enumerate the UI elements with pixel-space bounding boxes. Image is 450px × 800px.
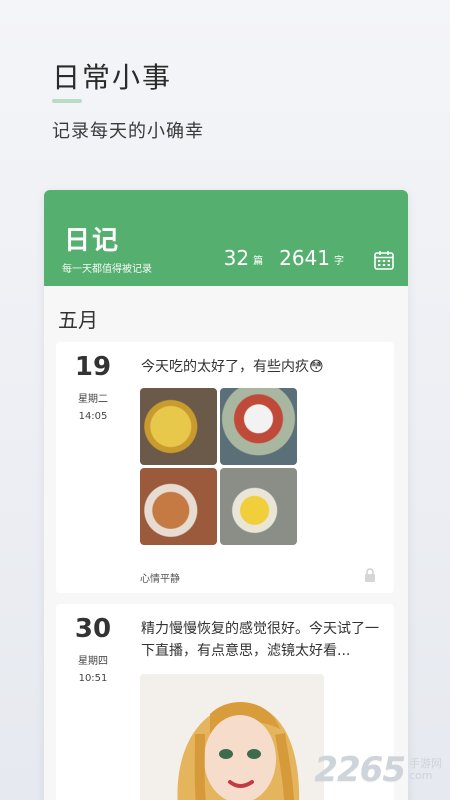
entry-time: 10:51 (78, 673, 108, 684)
photo-grid (140, 388, 298, 545)
hero-title: 日常小事 (52, 61, 173, 94)
watermark-domain: com (409, 769, 433, 782)
entry-day: 19 (74, 352, 112, 382)
entries-count: 32 (223, 246, 250, 270)
entry-image[interactable] (140, 674, 324, 800)
calendar-icon[interactable] (374, 250, 394, 270)
entry-mood: 心情平静 (140, 574, 180, 585)
photo-thumbnail[interactable] (140, 468, 217, 545)
entry-date: 30 星期四 10:51 (56, 614, 130, 684)
lock-icon[interactable] (364, 568, 376, 582)
diary-header: 日记 每一天都值得被记录 32 篇 2641 字 (44, 190, 408, 286)
entry-date: 19 星期二 14:05 (56, 352, 130, 422)
hero-underline (52, 99, 82, 103)
diary-title: 日记 (64, 226, 121, 256)
diary-subtitle: 每一天都值得被记录 (62, 264, 152, 275)
words-unit: 字 (334, 256, 344, 267)
stats: 32 篇 2641 字 (224, 248, 356, 268)
diary-entry[interactable]: 19 星期二 14:05 今天吃的太好了，有些内疚😳 心情平静 (56, 342, 394, 593)
diary-card: 日记 每一天都值得被记录 32 篇 2641 字 五月 19 星期二 14:05… (44, 190, 408, 800)
entry-text: 精力慢慢恢复的感觉很好。今天试了一下直播，有点意思，滤镜太好看... (141, 621, 379, 659)
entries-unit: 篇 (253, 256, 264, 267)
entry-weekday: 星期四 (78, 656, 108, 667)
photo-thumbnail[interactable] (140, 388, 217, 465)
hero-subtitle: 记录每天的小确幸 (52, 121, 204, 142)
watermark-number: 2265 (314, 750, 406, 790)
words-count: 2641 (279, 246, 330, 270)
photo-thumbnail[interactable] (220, 388, 297, 465)
photo-thumbnail[interactable] (220, 468, 297, 545)
entry-weekday: 星期二 (78, 394, 108, 405)
entry-text: 今天吃的太好了，有些内疚😳 (141, 359, 324, 375)
entry-time: 14:05 (78, 411, 108, 422)
site-watermark: 2265 手游网 com (314, 750, 442, 790)
month-label: 五月 (58, 308, 98, 332)
portrait-illustration (140, 674, 324, 800)
entry-day: 30 (74, 614, 112, 644)
